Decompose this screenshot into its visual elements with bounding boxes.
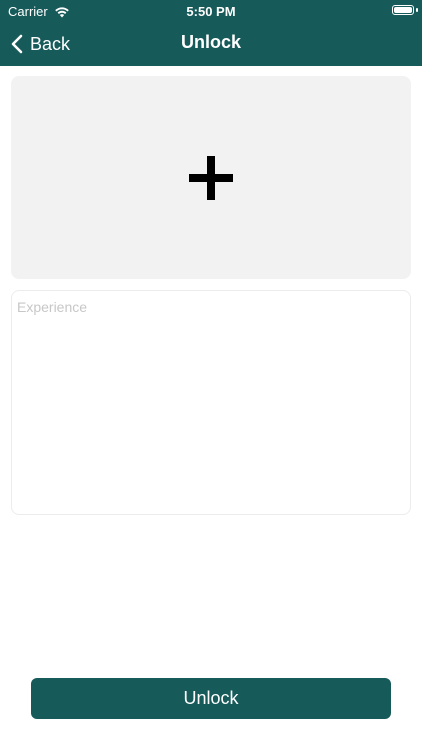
status-time: 5:50 PM <box>186 4 236 19</box>
app-header: Carrier 5:50 PM Back Unlock <box>0 0 422 66</box>
status-bar: Carrier 5:50 PM <box>0 0 422 22</box>
plus-icon <box>188 155 234 201</box>
navigation-bar: Back Unlock <box>0 22 422 66</box>
experience-input[interactable] <box>12 291 410 514</box>
experience-field <box>11 290 411 515</box>
battery-icon <box>392 5 414 15</box>
add-image-button[interactable] <box>11 76 411 279</box>
unlock-button[interactable]: Unlock <box>31 678 391 719</box>
battery-cap <box>416 8 418 12</box>
battery-level <box>394 7 412 13</box>
page-title: Unlock <box>180 32 241 52</box>
unlock-button-label: Unlock <box>183 688 239 708</box>
